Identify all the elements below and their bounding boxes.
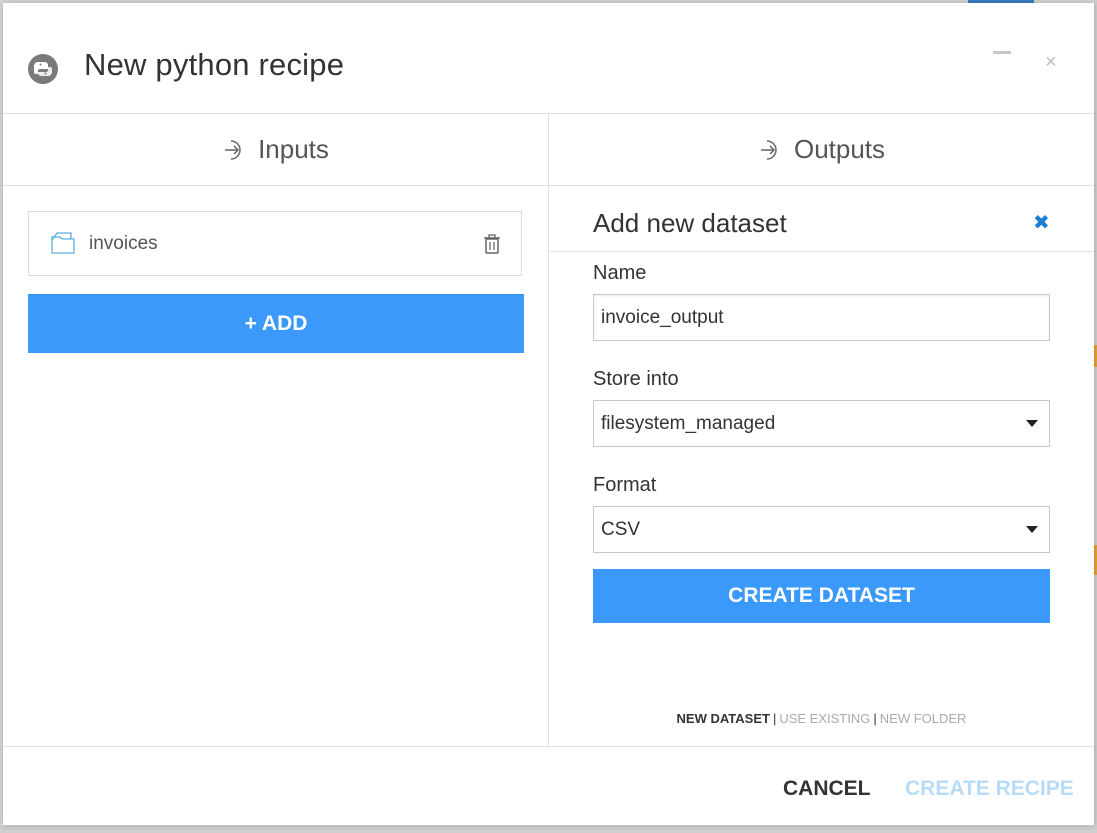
input-arrow-icon bbox=[225, 139, 241, 160]
separator: | bbox=[772, 711, 777, 726]
dataset-folder-icon bbox=[51, 232, 75, 254]
caret-down-icon bbox=[1026, 420, 1038, 427]
create-dataset-button[interactable]: CREATE DATASET bbox=[593, 569, 1050, 623]
store-into-value: filesystem_managed bbox=[601, 413, 776, 434]
outputs-column: Outputs Add new dataset ✖ Name invoice_o… bbox=[549, 114, 1094, 746]
modal-header: New python recipe × bbox=[3, 3, 1094, 114]
input-dataset-label: invoices bbox=[89, 233, 158, 254]
background-app-edge bbox=[0, 826, 1097, 833]
inputs-heading-label: Inputs bbox=[258, 134, 329, 164]
new-dataset-link[interactable]: NEW DATASET bbox=[677, 711, 770, 726]
output-arrow-icon bbox=[760, 139, 777, 160]
close-panel-icon[interactable]: ✖ bbox=[1033, 210, 1050, 235]
cancel-button[interactable]: CANCEL bbox=[783, 777, 871, 801]
dataset-name-input[interactable]: invoice_output bbox=[593, 294, 1050, 341]
outputs-heading: Outputs bbox=[549, 114, 1094, 186]
python-icon bbox=[28, 54, 58, 84]
outputs-heading-label: Outputs bbox=[793, 134, 886, 164]
inputs-heading: Inputs bbox=[3, 114, 548, 186]
divider bbox=[549, 251, 1094, 252]
use-existing-link[interactable]: USE EXISTING bbox=[779, 711, 870, 726]
modal-title: New python recipe bbox=[84, 47, 345, 82]
input-dataset-item[interactable]: invoices bbox=[28, 211, 522, 276]
inputs-column: Inputs invoices + ADD bbox=[3, 114, 549, 746]
minimize-icon[interactable] bbox=[993, 51, 1011, 54]
output-mode-links: NEW DATASET | USE EXISTING | NEW FOLDER bbox=[549, 711, 1094, 726]
trash-icon[interactable] bbox=[484, 234, 500, 254]
new-recipe-modal: New python recipe × Inputs invoices + AD… bbox=[3, 3, 1094, 825]
new-folder-link[interactable]: NEW FOLDER bbox=[880, 711, 967, 726]
create-recipe-button[interactable]: CREATE RECIPE bbox=[905, 777, 1074, 801]
add-dataset-title: Add new dataset bbox=[593, 208, 787, 238]
format-select[interactable]: CSV bbox=[593, 506, 1050, 553]
close-icon[interactable]: × bbox=[1045, 51, 1057, 74]
store-into-select[interactable]: filesystem_managed bbox=[593, 400, 1050, 447]
store-into-label: Store into bbox=[593, 368, 679, 390]
separator: | bbox=[873, 711, 877, 726]
format-value: CSV bbox=[601, 519, 641, 540]
modal-footer: CANCEL CREATE RECIPE bbox=[3, 746, 1094, 826]
add-input-button[interactable]: + ADD bbox=[28, 294, 524, 353]
name-label: Name bbox=[593, 262, 647, 284]
caret-down-icon bbox=[1026, 526, 1038, 533]
format-label: Format bbox=[593, 474, 657, 496]
